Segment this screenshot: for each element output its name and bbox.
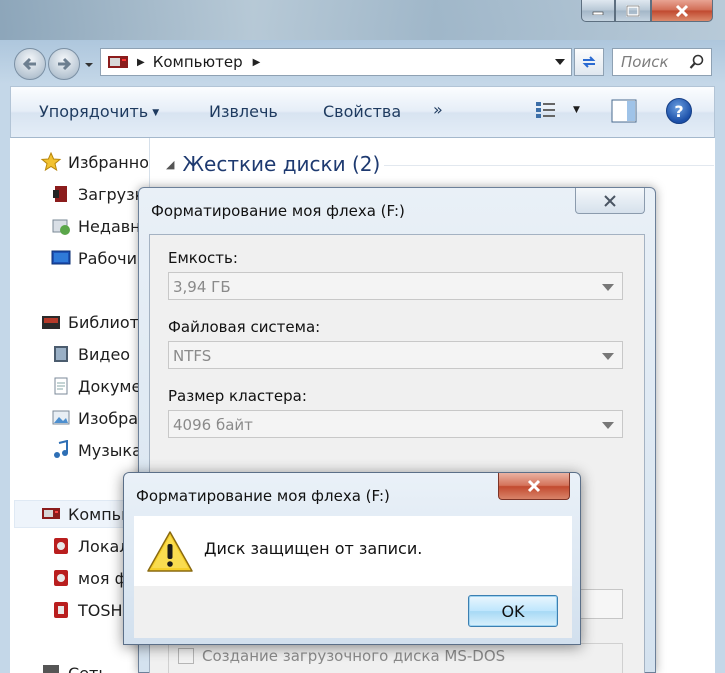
preview-pane-icon[interactable]: [611, 99, 637, 123]
message-box-footer: OK: [134, 586, 572, 638]
view-list-icon: [536, 102, 555, 118]
group-header-label: Жесткие диски (2): [182, 152, 381, 176]
address-bar[interactable]: ▶ Компьютер ▶: [100, 48, 572, 76]
message-box-close-button[interactable]: [498, 473, 570, 500]
nav-item-favorites[interactable]: Избранное: [40, 149, 148, 175]
cluster-size-label: Размер кластера:: [168, 387, 307, 405]
nav-item-network[interactable]: Сеть: [40, 660, 148, 673]
network-icon: [43, 665, 59, 673]
search-box[interactable]: Поиск: [612, 48, 712, 76]
close-icon: [675, 4, 689, 17]
minimize-button[interactable]: [581, 0, 615, 22]
checkbox-box[interactable]: [178, 648, 194, 664]
breadcrumb-separator-icon[interactable]: ▶: [137, 57, 145, 68]
usb-drive-icon: [54, 570, 68, 586]
desktop-icon: [51, 250, 71, 265]
video-icon: [54, 346, 68, 362]
maximize-icon: [626, 4, 640, 17]
nav-item-label: Музыка: [78, 440, 142, 460]
back-button[interactable]: [14, 48, 46, 80]
nav-item-label: Сеть: [68, 663, 108, 673]
address-history-chevron-down-icon[interactable]: [555, 58, 565, 66]
local-disk-icon: [54, 538, 68, 554]
cluster-size-select[interactable]: 4096 байт: [168, 410, 623, 438]
refresh-icon: [582, 56, 596, 68]
help-icon[interactable]: ?: [666, 98, 692, 124]
maximize-button[interactable]: [615, 0, 651, 22]
navigation-bar: ▶ Компьютер ▶ Поиск: [0, 40, 725, 84]
message-box-body: Диск защищен от записи.: [134, 516, 572, 586]
nav-item-label: Библиотеки: [68, 312, 148, 332]
recent-places-icon: [52, 219, 70, 235]
pictures-icon: [52, 410, 70, 425]
message-box-title: Форматирование моя флеха (F:): [136, 487, 390, 505]
format-dialog-close-button[interactable]: [575, 188, 645, 214]
search-icon[interactable]: [689, 54, 705, 70]
nav-item-libraries[interactable]: Библиотеки: [40, 309, 148, 335]
recent-pages-chevron-down-icon[interactable]: [84, 60, 94, 70]
file-system-select[interactable]: NTFS: [168, 341, 623, 369]
eject-button[interactable]: Извлечь: [209, 102, 278, 121]
command-bar: Упорядочить ▼ Извлечь Свойства » ▼ ?: [10, 86, 715, 138]
forward-button[interactable]: [48, 48, 80, 80]
star-icon: [40, 152, 62, 172]
search-placeholder[interactable]: Поиск: [621, 53, 689, 71]
msdos-boot-disk-checkbox[interactable]: Создание загрузочного диска MS-DOS: [178, 647, 505, 665]
arrow-left-icon: [22, 57, 36, 71]
close-button[interactable]: [651, 0, 713, 22]
caption-buttons: [581, 0, 713, 22]
downloads-icon: [53, 186, 67, 202]
organize-label: Упорядочить: [39, 102, 149, 121]
msdos-boot-disk-label: Создание загрузочного диска MS-DOS: [202, 647, 506, 665]
arrow-right-icon: [58, 57, 72, 71]
libraries-icon: [42, 316, 60, 329]
ok-button[interactable]: OK: [468, 595, 558, 627]
more-commands-button[interactable]: »: [433, 100, 443, 119]
usb-drive-icon: [54, 602, 68, 618]
file-system-label: Файловая система:: [168, 318, 321, 336]
chevron-down-icon: [602, 422, 614, 429]
hard-disks-group-header[interactable]: ◢ Жесткие диски (2): [166, 152, 380, 176]
chevron-down-icon: [602, 353, 614, 360]
message-text: Диск защищен от записи.: [204, 539, 423, 558]
write-protected-message-box: Форматирование моя флеха (F:) Диск защищ…: [123, 472, 581, 645]
nav-item-label: Видео: [78, 344, 131, 364]
format-dialog-title: Форматирование моя флеха (F:): [151, 202, 405, 220]
computer-icon: [42, 508, 60, 519]
change-view-button[interactable]: ▼: [535, 99, 580, 121]
chevron-down-icon: ▼: [152, 108, 160, 118]
collapse-triangle-icon[interactable]: ◢: [166, 158, 174, 171]
cluster-size-value: 4096 байт: [173, 416, 253, 434]
close-icon: [527, 479, 541, 493]
capacity-label: Емкость:: [168, 249, 238, 267]
breadcrumb-separator-icon[interactable]: ▶: [253, 57, 261, 68]
capacity-value: 3,94 ГБ: [173, 278, 231, 296]
refresh-button[interactable]: [574, 48, 604, 76]
chevron-down-icon: [602, 284, 614, 291]
view-chevron-down-icon[interactable]: ▼: [573, 105, 580, 115]
warning-icon: [147, 531, 193, 572]
properties-button[interactable]: Свойства: [323, 102, 401, 121]
music-icon: [54, 440, 68, 458]
computer-icon: [108, 56, 128, 68]
capacity-select[interactable]: 3,94 ГБ: [168, 272, 623, 300]
group-divider: [384, 165, 714, 166]
documents-icon: [54, 377, 68, 395]
breadcrumb-computer[interactable]: Компьютер: [153, 53, 243, 71]
organize-button[interactable]: Упорядочить ▼: [39, 102, 159, 121]
close-icon: [604, 194, 616, 207]
nav-item-label: Избранное: [68, 152, 148, 172]
minimize-icon: [592, 11, 604, 15]
file-system-value: NTFS: [173, 347, 212, 365]
